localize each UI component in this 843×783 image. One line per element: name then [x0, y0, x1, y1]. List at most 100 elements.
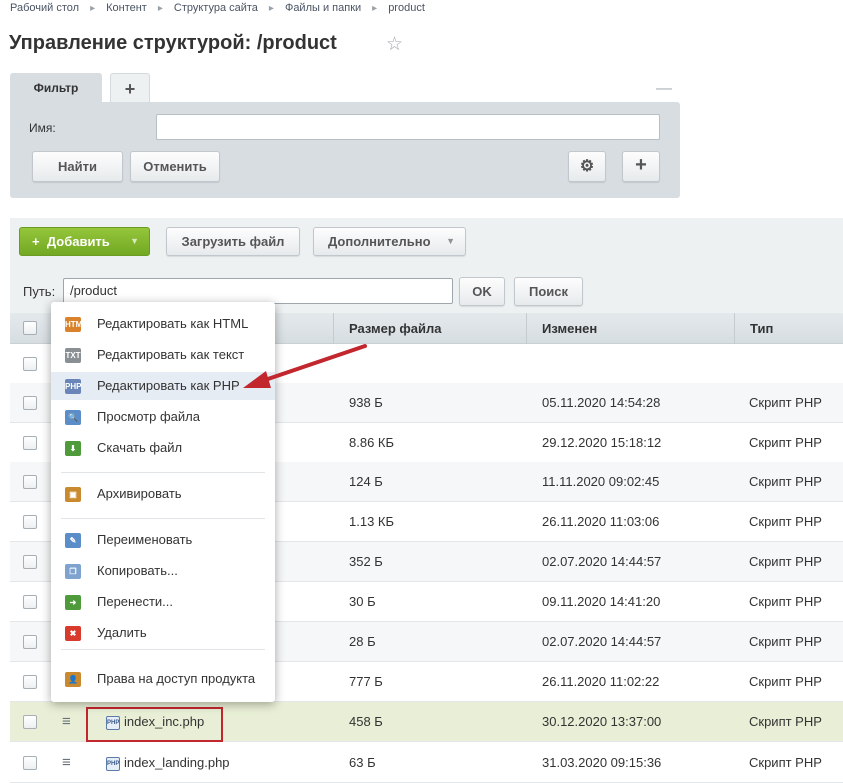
file-size: 458 Б: [349, 714, 383, 729]
column-type[interactable]: Тип: [734, 313, 843, 344]
tab-filter[interactable]: Фильтр: [10, 73, 102, 103]
menu-item-label: Права на доступ продукта: [97, 671, 256, 686]
settings-button[interactable]: ⚙: [568, 151, 606, 182]
name-input[interactable]: [156, 114, 660, 140]
row-menu-icon[interactable]: ≡: [62, 743, 71, 783]
file-modified: 31.03.2020 09:15:36: [542, 755, 662, 770]
file-modified: 02.07.2020 14:44:57: [542, 634, 662, 649]
name-label: Имя:: [29, 121, 56, 135]
file-size: 8.86 КБ: [349, 435, 395, 450]
menu-item-delete[interactable]: ✖ Удалить: [51, 619, 275, 647]
file-type: Скрипт PHP: [749, 755, 822, 770]
file-name[interactable]: PHP index_landing.php: [106, 743, 230, 783]
row-checkbox[interactable]: [23, 635, 37, 649]
row-checkbox[interactable]: [23, 675, 37, 689]
row-checkbox[interactable]: [23, 555, 37, 569]
gear-icon: ⚙: [579, 158, 595, 175]
breadcrumb-separator-icon: ▸: [90, 3, 96, 14]
upload-file-button[interactable]: Загрузить файл: [166, 227, 300, 256]
add-filter-tab-button[interactable]: +: [110, 73, 150, 103]
magnifier-icon: 🔍: [65, 410, 81, 425]
path-input[interactable]: /product: [63, 278, 453, 304]
menu-item-edit-as-html[interactable]: HTM Редактировать как HTML: [51, 310, 275, 338]
menu-item-label: Удалить: [97, 625, 147, 640]
menu-item-download-file[interactable]: ⬇ Скачать файл: [51, 434, 275, 462]
download-icon: ⬇: [65, 441, 81, 456]
more-button[interactable]: Дополнительно ▼: [313, 227, 466, 256]
file-size: 28 Б: [349, 634, 376, 649]
search-button[interactable]: Поиск: [514, 277, 583, 306]
menu-item-rename[interactable]: ✎ Переименовать: [51, 526, 275, 554]
breadcrumb-desktop[interactable]: Рабочий стол: [10, 2, 79, 14]
file-modified: 05.11.2020 14:54:28: [542, 395, 661, 410]
select-all-checkbox[interactable]: [23, 321, 37, 335]
ok-button[interactable]: OK: [459, 277, 505, 306]
table-row[interactable]: ≡ PHP index_landing.php 63 Б 31.03.2020 09:1…: [10, 743, 843, 783]
add-button[interactable]: + Добавить ▼: [19, 227, 150, 256]
breadcrumb-content[interactable]: Контент: [106, 2, 147, 14]
txt-file-icon: TXT: [65, 348, 81, 363]
menu-item-archive[interactable]: ▣ Архивировать: [51, 480, 275, 508]
file-modified: 29.12.2020 15:18:12: [542, 435, 662, 450]
row-checkbox[interactable]: [23, 756, 37, 770]
menu-item-label: Архивировать: [97, 486, 182, 501]
row-menu-icon[interactable]: ≡: [62, 702, 71, 742]
breadcrumb-product[interactable]: product: [388, 2, 425, 14]
column-size[interactable]: Размер файла: [333, 313, 527, 344]
file-type: Скрипт PHP: [749, 474, 822, 489]
file-type: Скрипт PHP: [749, 514, 822, 529]
archive-icon: ▣: [65, 487, 81, 502]
row-checkbox[interactable]: [23, 515, 37, 529]
menu-item-edit-as-text[interactable]: TXT Редактировать как текст: [51, 341, 275, 369]
file-size: 938 Б: [349, 395, 383, 410]
menu-item-label: Копировать...: [97, 563, 178, 578]
rename-icon: ✎: [65, 533, 81, 548]
menu-separator: [61, 472, 265, 473]
file-type: Скрипт PHP: [749, 714, 822, 729]
add-field-button[interactable]: +: [622, 151, 660, 182]
plus-icon: +: [635, 154, 647, 176]
menu-item-view-file[interactable]: 🔍 Просмотр файла: [51, 403, 275, 431]
row-checkbox[interactable]: [23, 595, 37, 609]
star-icon[interactable]: ☆: [386, 33, 403, 56]
file-modified: 02.07.2020 14:44:57: [542, 554, 662, 569]
menu-item-label: Скачать файл: [97, 440, 183, 455]
file-modified: 30.12.2020 13:37:00: [542, 714, 662, 729]
file-size: 352 Б: [349, 554, 383, 569]
file-type: Скрипт PHP: [749, 435, 822, 450]
breadcrumb-site-structure[interactable]: Структура сайта: [174, 2, 258, 14]
menu-item-edit-as-php[interactable]: PHP Редактировать как PHP: [51, 372, 275, 400]
copy-icon: ❐: [65, 564, 81, 579]
menu-item-copy[interactable]: ❐ Копировать...: [51, 557, 275, 585]
file-modified: 09.11.2020 14:41:20: [542, 594, 661, 609]
breadcrumb-files-folders[interactable]: Файлы и папки: [285, 2, 361, 14]
breadcrumb-separator-icon: ▸: [157, 3, 163, 14]
row-checkbox[interactable]: [23, 396, 37, 410]
file-modified: 26.11.2020 11:02:22: [542, 674, 660, 689]
path-label: Путь:: [23, 284, 56, 299]
column-modified[interactable]: Изменен: [526, 313, 734, 344]
menu-separator: [61, 518, 265, 519]
file-size: 63 Б: [349, 755, 376, 770]
menu-item-access-rights[interactable]: 👤 Права на доступ продукта: [51, 665, 275, 693]
row-checkbox[interactable]: [23, 715, 37, 729]
file-type: Скрипт PHP: [749, 674, 822, 689]
move-icon: ➜: [65, 595, 81, 610]
more-button-label: Дополнительно: [328, 234, 431, 249]
menu-separator: [61, 649, 265, 650]
find-button[interactable]: Найти: [32, 151, 123, 182]
menu-item-move[interactable]: ➜ Перенести...: [51, 588, 275, 616]
chevron-down-icon: ▼: [130, 236, 139, 246]
minimize-icon[interactable]: —: [656, 80, 672, 98]
row-checkbox[interactable]: [23, 357, 37, 371]
menu-item-label: Редактировать как HTML: [97, 316, 249, 331]
row-checkbox[interactable]: [23, 436, 37, 450]
file-modified: 26.11.2020 11:03:06: [542, 514, 660, 529]
htm-file-icon: HTM: [65, 317, 82, 332]
file-size: 124 Б: [349, 474, 383, 489]
row-checkbox[interactable]: [23, 475, 37, 489]
cancel-button[interactable]: Отменить: [130, 151, 220, 182]
context-menu: HTM Редактировать как HTML TXT Редактироват…: [51, 302, 275, 702]
menu-item-label: Редактировать как PHP: [97, 378, 240, 393]
breadcrumb: Рабочий стол ▸ Контент ▸ Структура сайта ▸ Фай…: [10, 2, 425, 14]
